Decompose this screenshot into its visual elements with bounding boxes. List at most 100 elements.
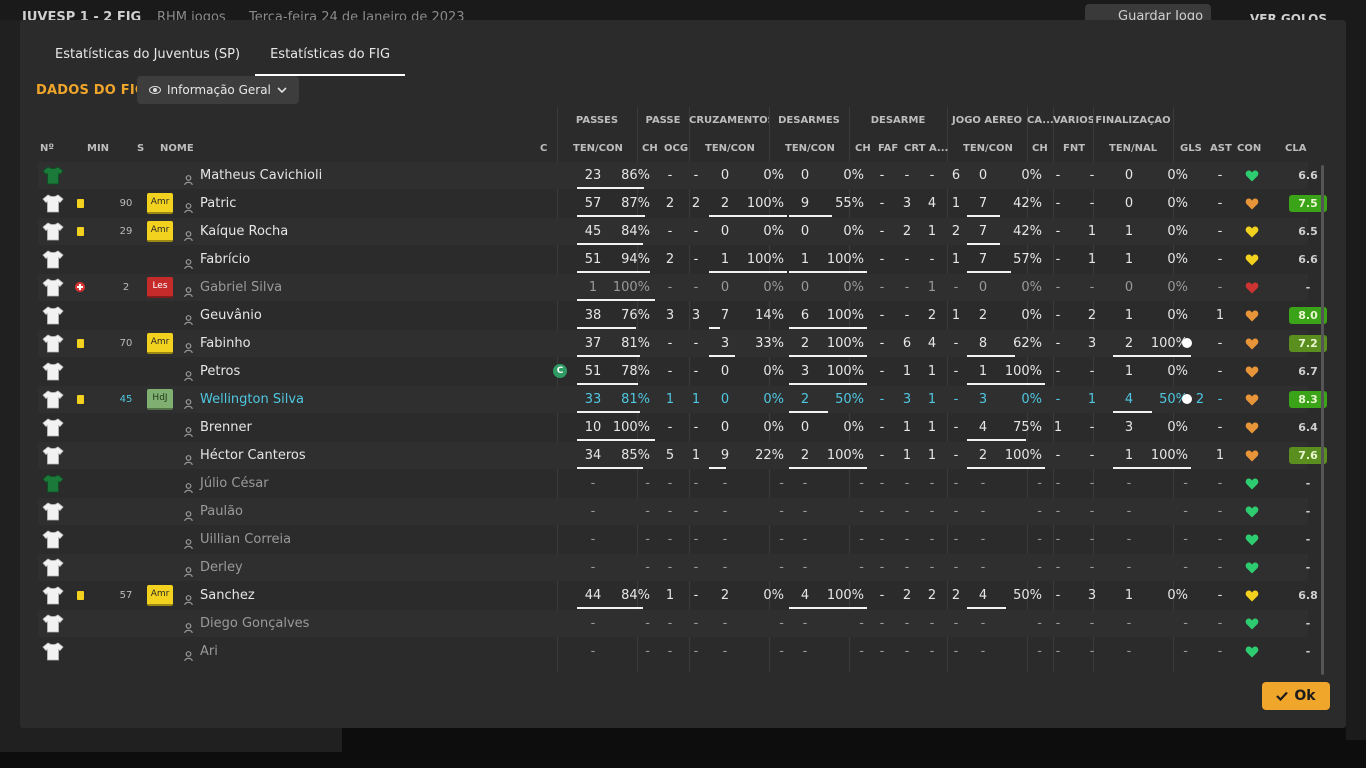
player-profile-icon[interactable] <box>184 198 193 214</box>
col-header-pass-ch[interactable]: CH <box>642 143 658 154</box>
col-header-fnt[interactable]: FNT <box>1063 143 1085 154</box>
player-profile-icon[interactable] <box>184 534 193 550</box>
aerial-attempted: 3 <box>978 392 988 407</box>
shots-pct: 100% <box>1150 448 1188 463</box>
aerial-attempted: 2 <box>978 308 988 323</box>
player-name[interactable]: Paulão <box>200 498 500 525</box>
player-profile-icon[interactable] <box>184 478 193 494</box>
col-header-crosses[interactable]: TEN/CON <box>705 143 755 154</box>
crosses-attempted: 2 <box>720 588 730 603</box>
col-header-tackle-ch[interactable]: CH <box>855 143 871 154</box>
player-profile-icon[interactable] <box>184 450 193 466</box>
player-profile-icon[interactable] <box>184 506 193 522</box>
player-profile-icon[interactable] <box>184 646 193 662</box>
table-row[interactable]: Héctor Canteros 34 85% 5 1 9 22% 2 100% -1 1-2 100%… <box>38 442 1327 469</box>
table-row[interactable]: Fabrício 51 94% 2-1 100% 1 100% - - -1 7 57% -1 1 0% -6… <box>38 246 1318 273</box>
table-row[interactable]: Petros C 51 78% - -0 0% 3 100% -1 1-1 100% - -1 0% -6.7 <box>38 358 1318 385</box>
col-header-ca-ch[interactable]: CH <box>1032 143 1048 154</box>
col-header-name[interactable]: NOME <box>160 143 194 154</box>
player-name[interactable]: Ari <box>200 638 500 665</box>
tackles-attempted: - <box>802 560 808 575</box>
player-name[interactable]: Sanchez <box>200 582 500 609</box>
table-row[interactable]: 29 Amr Kaíque Rocha 45 84% - -0 0% 0 0% -2 1 2 7 42% -1… <box>38 218 1318 245</box>
player-name[interactable]: Gabriel Silva <box>200 274 500 301</box>
goal-ball-icon <box>1182 338 1192 348</box>
stat-tackle-ch: - <box>879 588 885 603</box>
col-header-pass-ocg[interactable]: OCG <box>664 143 688 154</box>
pass-ch: - <box>667 532 673 547</box>
col-header-crt[interactable]: CRT <box>904 143 925 154</box>
condition-heart-icon <box>1245 280 1259 294</box>
player-profile-icon[interactable] <box>184 562 193 578</box>
player-name[interactable]: Matheus Cavichioli <box>200 162 500 189</box>
player-name[interactable]: Patric <box>200 190 500 217</box>
col-header-captain[interactable]: C <box>540 143 547 154</box>
col-header-aerial[interactable]: TEN/CON <box>963 143 1013 154</box>
table-row[interactable]: Brenner 10 100% - -0 0% 0 0% -1 1-4 75% 1-3 0% -6.4 <box>38 414 1318 441</box>
col-header-rating[interactable]: CLA <box>1285 143 1306 154</box>
stat-crt: 4 <box>927 196 937 211</box>
table-row[interactable]: Geuvânio 38 76% 3 3 7 14% 6 100% - -2 1 2 0% -2 1 0% 1 8.0 <box>38 302 1327 329</box>
col-header-goals[interactable]: GLS <box>1180 143 1202 154</box>
player-profile-icon[interactable] <box>184 422 193 438</box>
player-name[interactable]: Brenner <box>200 414 500 441</box>
table-row[interactable]: 45 HdJ Wellington Silva 33 81% 1 1 0 0% 2 50% -3 1-3… <box>38 386 1327 413</box>
player-name[interactable]: Kaíque Rocha <box>200 218 500 245</box>
player-profile-icon[interactable] <box>184 366 193 382</box>
player-name[interactable]: Héctor Canteros <box>200 442 500 469</box>
col-header-condition[interactable]: CON <box>1237 143 1261 154</box>
ok-button[interactable]: Ok <box>1262 682 1330 710</box>
table-row[interactable]: Derley - - - - - - - - - - - - - - - - - - - - <box>38 554 1310 581</box>
player-profile-icon[interactable] <box>184 226 193 242</box>
col-header-assists[interactable]: AST <box>1210 143 1232 154</box>
group-header-tackle: DESARME <box>870 115 926 126</box>
table-row[interactable]: Júlio César - - - - - - - - - - - - - - - - - - - - <box>38 470 1310 497</box>
table-row[interactable]: Ari - - - - - - - - - - - - - - - - - - - - <box>38 638 1310 665</box>
player-name[interactable]: Derley <box>200 554 500 581</box>
fnt: - <box>1089 364 1095 379</box>
player-profile-icon[interactable] <box>184 394 193 410</box>
player-profile-icon[interactable] <box>184 338 193 354</box>
tab-fig-stats[interactable]: Estatísticas do FIG <box>255 40 406 76</box>
player-name[interactable]: Fabinho <box>200 330 500 357</box>
table-row[interactable]: 57 Amr Sanchez 44 84% 1-2 0% 4 100% -2 2 2 4 50% -3 1 0%… <box>38 582 1318 609</box>
player-profile-icon[interactable] <box>184 590 193 606</box>
col-header-minutes[interactable]: MIN <box>87 143 109 154</box>
table-row[interactable]: Paulão - - - - - - - - - - - - - - - - - - - - <box>38 498 1310 525</box>
shots-pct: 0% <box>1167 224 1188 239</box>
col-header-shots[interactable]: TEN/NAL <box>1109 143 1157 154</box>
table-row[interactable]: Diego Gonçalves - - - - - - - - - - - - - - - - - - - - <box>38 610 1310 637</box>
player-name[interactable]: Geuvânio <box>200 302 500 329</box>
player-name[interactable]: Wellington Silva <box>200 386 500 413</box>
col-header-substitution[interactable]: S <box>137 143 144 154</box>
assists: - <box>1217 364 1223 379</box>
table-row[interactable]: 90 Amr Patric 57 87% 2 2 2 100% 9 55% -3 4 1 7 42% - -0 0%… <box>38 190 1327 217</box>
table-row[interactable]: Uillian Correia - - - - - - - - - - - - - - - - - - - - <box>38 526 1310 553</box>
col-header-a[interactable]: A... <box>929 143 948 154</box>
player-name[interactable]: Fabrício <box>200 246 500 273</box>
col-header-passes[interactable]: TEN/CON <box>573 143 623 154</box>
player-profile-icon[interactable] <box>184 310 193 326</box>
tab-juventus-stats[interactable]: Estatísticas do Juventus (SP) <box>40 40 255 76</box>
sub-minute <box>110 526 142 553</box>
col-header-number[interactable]: Nº <box>40 143 54 154</box>
player-name[interactable]: Diego Gonçalves <box>200 610 500 637</box>
table-row[interactable]: Matheus Cavichioli 23 86% - -0 0% 0 0% - - -6 0 0% - -… <box>38 162 1318 189</box>
col-header-tackles[interactable]: TEN/CON <box>785 143 835 154</box>
player-profile-icon[interactable] <box>184 170 193 186</box>
player-profile-icon[interactable] <box>184 254 193 270</box>
player-profile-icon[interactable] <box>184 618 193 634</box>
player-name[interactable]: Júlio César <box>200 470 500 497</box>
condition-heart-icon <box>1245 392 1259 406</box>
player-name[interactable]: Uillian Correia <box>200 526 500 553</box>
injury-icon <box>75 282 85 292</box>
col-header-faf[interactable]: FAF <box>878 143 898 154</box>
player-name[interactable]: Petros <box>200 358 500 385</box>
shirt-icon <box>42 278 64 297</box>
player-profile-icon[interactable] <box>184 282 193 298</box>
table-row[interactable]: 70 Amr Fabinho 37 81% - -3 33% 2 100% -6 4-8 62% -3 2 1… <box>38 330 1327 357</box>
view-select-dropdown[interactable]: Informação Geral <box>137 76 299 104</box>
table-row[interactable]: 2 Les Gabriel Silva 1 100% - -0 0% 0 0% - -1-0 0% - -0… <box>38 274 1310 301</box>
table-scrollbar[interactable] <box>1321 165 1324 675</box>
passes-pct: 78% <box>621 364 650 379</box>
